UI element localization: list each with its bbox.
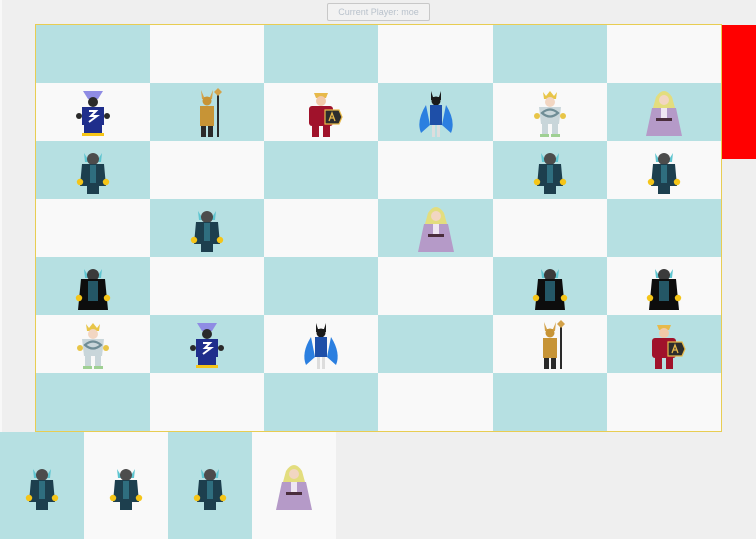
board-square-r6-c3[interactable] — [378, 373, 493, 431]
board-square-r2-c5[interactable] — [606, 141, 721, 199]
teal-horned-guard-piece[interactable] — [104, 460, 148, 512]
board-square-r1-c5[interactable] — [606, 83, 721, 141]
black-caped-guard-piece[interactable] — [642, 260, 686, 312]
board-square-r3-c5[interactable] — [606, 199, 721, 257]
board-square-r3-c0[interactable] — [36, 199, 151, 257]
black-caped-guard-piece[interactable] — [71, 260, 115, 312]
board-square-r1-c4[interactable] — [492, 83, 607, 141]
bench-slot-2[interactable] — [168, 432, 252, 539]
board-square-r5-c1[interactable] — [150, 315, 265, 373]
board-square-r6-c4[interactable] — [492, 373, 607, 431]
board-square-r6-c1[interactable] — [150, 373, 265, 431]
board-square-r0-c0[interactable] — [36, 25, 151, 83]
side-color-panel — [722, 25, 756, 159]
board-square-r1-c2[interactable] — [264, 83, 379, 141]
board-square-r4-c5[interactable] — [606, 257, 721, 315]
board-square-r6-c5[interactable] — [606, 373, 721, 431]
bench-slot-1[interactable] — [84, 432, 168, 539]
board-square-r1-c0[interactable] — [36, 83, 151, 141]
board-square-r2-c2[interactable] — [264, 141, 379, 199]
blue-winged-bat-hero-piece[interactable] — [299, 318, 343, 370]
red-shield-hero-piece[interactable] — [299, 86, 344, 138]
blue-winged-bat-hero-piece[interactable] — [414, 86, 458, 138]
board-square-r4-c3[interactable] — [378, 257, 493, 315]
board-square-r3-c4[interactable] — [492, 199, 607, 257]
board-square-r2-c1[interactable] — [150, 141, 265, 199]
golden-staff-warrior-piece[interactable] — [185, 86, 229, 138]
teal-horned-guard-piece[interactable] — [185, 202, 229, 254]
board-square-r1-c1[interactable] — [150, 83, 265, 141]
board-square-r2-c4[interactable] — [492, 141, 607, 199]
black-caped-guard-piece[interactable] — [528, 260, 572, 312]
board-square-r4-c2[interactable] — [264, 257, 379, 315]
board-square-r5-c0[interactable] — [36, 315, 151, 373]
board-square-r4-c0[interactable] — [36, 257, 151, 315]
violet-sorceress-piece[interactable] — [272, 460, 316, 512]
current-player-indicator: Current Player: moe — [327, 3, 430, 21]
board-square-r5-c5[interactable] — [606, 315, 721, 373]
bench-slot-3[interactable] — [252, 432, 336, 539]
blue-masked-hero-piece[interactable] — [71, 86, 115, 138]
board-square-r5-c2[interactable] — [264, 315, 379, 373]
board-square-r1-c3[interactable] — [378, 83, 493, 141]
board-square-r0-c1[interactable] — [150, 25, 265, 83]
board-square-r6-c2[interactable] — [264, 373, 379, 431]
board-square-r3-c3[interactable] — [378, 199, 493, 257]
board-square-r0-c5[interactable] — [606, 25, 721, 83]
piece-bench — [0, 432, 336, 539]
red-shield-hero-piece[interactable] — [642, 318, 686, 370]
silver-crowned-knight-piece[interactable] — [528, 86, 572, 138]
teal-horned-guard-piece[interactable] — [20, 460, 64, 512]
board-square-r6-c0[interactable] — [36, 373, 151, 431]
board-square-r2-c0[interactable] — [36, 141, 151, 199]
board-square-r5-c4[interactable] — [492, 315, 607, 373]
left-edge-strip — [0, 0, 2, 432]
board-square-r0-c2[interactable] — [264, 25, 379, 83]
silver-crowned-knight-piece[interactable] — [71, 318, 115, 370]
violet-sorceress-piece[interactable] — [414, 202, 458, 254]
teal-horned-guard-piece[interactable] — [71, 144, 115, 196]
blue-masked-hero-piece[interactable] — [185, 318, 229, 370]
board-square-r4-c4[interactable] — [492, 257, 607, 315]
teal-horned-guard-piece[interactable] — [188, 460, 232, 512]
bench-slot-0[interactable] — [0, 432, 84, 539]
golden-staff-warrior-piece[interactable] — [528, 318, 572, 370]
board-square-r0-c3[interactable] — [378, 25, 493, 83]
board-square-r2-c3[interactable] — [378, 141, 493, 199]
violet-sorceress-piece[interactable] — [642, 86, 686, 138]
board-square-r3-c2[interactable] — [264, 199, 379, 257]
teal-horned-guard-piece[interactable] — [528, 144, 572, 196]
board-square-r3-c1[interactable] — [150, 199, 265, 257]
teal-horned-guard-piece[interactable] — [642, 144, 686, 196]
game-board — [35, 24, 722, 432]
board-square-r5-c3[interactable] — [378, 315, 493, 373]
board-square-r0-c4[interactable] — [492, 25, 607, 83]
board-square-r4-c1[interactable] — [150, 257, 265, 315]
